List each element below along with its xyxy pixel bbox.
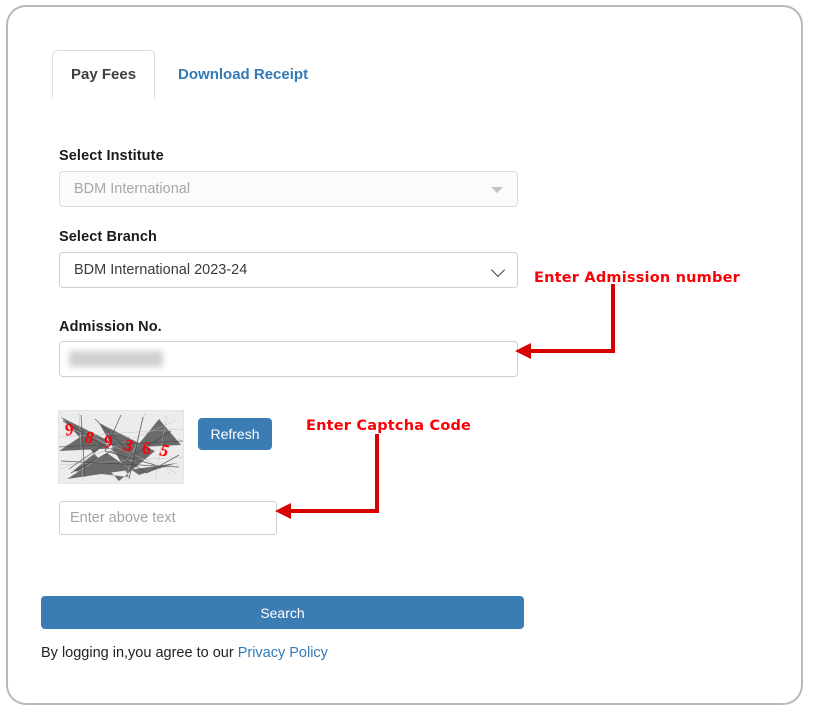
captcha-code: 9 8 9 3 6 5 — [59, 411, 183, 483]
tab-pay-fees[interactable]: Pay Fees — [52, 50, 156, 99]
captcha-digit-3: 9 — [102, 431, 114, 452]
tab-download-receipt[interactable]: Download Receipt — [155, 50, 327, 98]
institute-label: Select Institute — [59, 148, 164, 164]
tab-download-receipt-label: Download Receipt — [178, 65, 309, 83]
admission-label: Admission No. — [59, 319, 162, 335]
page-root: Pay Fees Download Receipt Select Institu… — [0, 0, 813, 714]
chevron-down-icon — [490, 262, 506, 278]
terms-note: By logging in,you agree to our Privacy P… — [41, 645, 328, 661]
privacy-policy-link[interactable]: Privacy Policy — [238, 645, 328, 661]
annotation-admission-arrow — [515, 284, 615, 359]
captcha-image: 9 8 9 3 6 5 — [58, 410, 184, 484]
fee-payment-card: Pay Fees Download Receipt Select Institu… — [6, 5, 803, 705]
branch-label: Select Branch — [59, 229, 158, 245]
terms-note-text: By logging in,you agree to our — [41, 645, 238, 661]
tab-bar: Pay Fees Download Receipt — [52, 50, 327, 99]
refresh-captcha-button[interactable]: Refresh — [198, 418, 272, 450]
captcha-input[interactable] — [59, 501, 277, 535]
branch-selected-value: BDM International 2023-24 — [74, 262, 248, 278]
search-button[interactable]: Search — [41, 596, 524, 629]
tab-pay-fees-label: Pay Fees — [71, 66, 137, 83]
admission-input[interactable] — [59, 341, 518, 377]
branch-select[interactable]: BDM International 2023-24 — [59, 252, 518, 288]
captcha-digit-4: 3 — [122, 435, 135, 456]
admission-value-redacted — [69, 351, 163, 367]
annotation-captcha-arrow — [275, 434, 379, 519]
captcha-digit-2: 8 — [84, 427, 95, 448]
captcha-digit-6: 5 — [158, 440, 171, 461]
institute-selected-value: BDM International — [74, 181, 191, 197]
captcha-digit-5: 6 — [140, 438, 152, 459]
institute-select[interactable]: BDM International — [59, 171, 518, 207]
captcha-digit-1: 9 — [63, 419, 76, 440]
chevron-down-icon — [491, 187, 503, 193]
